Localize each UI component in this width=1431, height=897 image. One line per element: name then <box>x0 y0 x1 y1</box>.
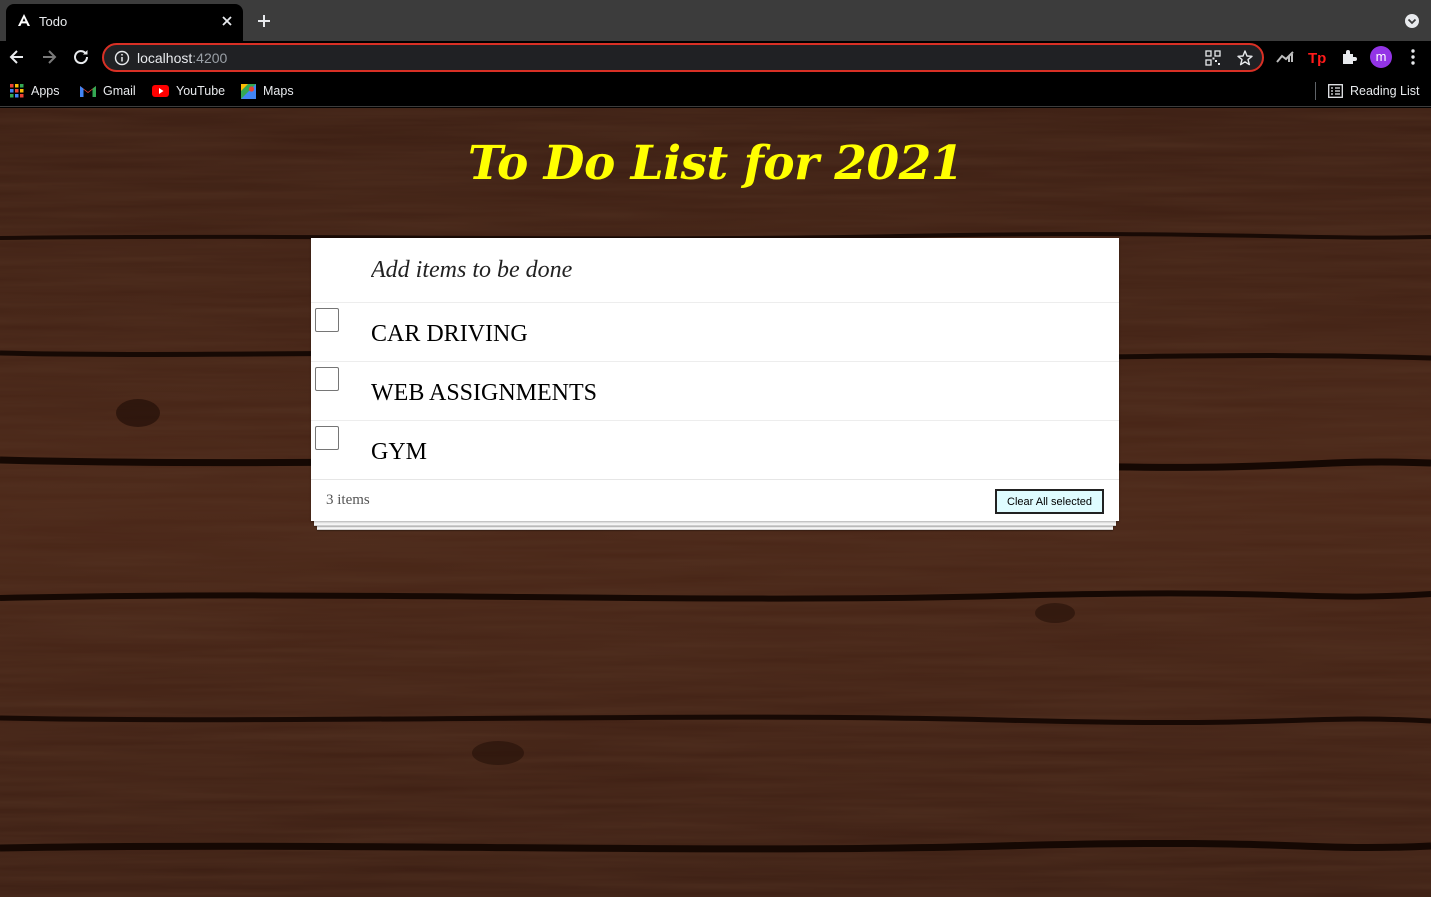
site-info-icon[interactable] <box>114 50 130 66</box>
youtube-icon <box>152 85 169 97</box>
extensions-puzzle-icon[interactable] <box>1339 47 1359 67</box>
bookmark-label: Apps <box>31 84 60 98</box>
todo-checkbox[interactable] <box>315 426 339 450</box>
tab-search-icon[interactable] <box>1403 12 1421 30</box>
bookmark-label: Gmail <box>103 84 136 98</box>
browser-tab[interactable]: Todo <box>6 4 243 41</box>
bookmarks-divider <box>1315 82 1316 100</box>
browser-toolbar: localhost:4200 Tp m <box>0 41 1431 74</box>
todo-card: CAR DRIVING WEB ASSIGNMENTS GYM 3 items … <box>311 238 1119 521</box>
gmail-icon <box>80 86 96 97</box>
tab-title: Todo <box>39 14 68 29</box>
bookmark-label: Maps <box>263 84 294 98</box>
new-tab-icon[interactable] <box>255 12 273 30</box>
svg-text:Tp: Tp <box>1308 50 1326 67</box>
url-text[interactable]: localhost:4200 <box>137 50 227 66</box>
clear-selected-button[interactable]: Clear All selected <box>995 489 1104 514</box>
bookmark-apps[interactable]: Apps <box>10 82 60 100</box>
todo-footer: 3 items Clear All selected <box>311 479 1119 521</box>
reading-list-button[interactable]: Reading List <box>1328 82 1420 100</box>
url-port: :4200 <box>192 50 228 66</box>
todo-item: GYM <box>311 420 1119 479</box>
todo-item: CAR DRIVING <box>311 302 1119 361</box>
angular-favicon-icon <box>18 14 30 26</box>
card-stack-layer <box>314 521 1116 526</box>
page-viewport: To Do List for 2021 CAR DRIVING WEB ASSI… <box>0 108 1431 897</box>
todo-label[interactable]: GYM <box>371 439 427 466</box>
performance-extension-icon[interactable] <box>1275 47 1295 67</box>
reload-icon[interactable] <box>71 47 91 67</box>
bookmark-label: YouTube <box>176 84 226 98</box>
apps-grid-icon <box>10 84 24 98</box>
forward-arrow-icon[interactable] <box>39 47 59 67</box>
bookmark-gmail[interactable]: Gmail <box>80 82 136 100</box>
reading-list-label: Reading List <box>1350 84 1420 98</box>
url-host: localhost <box>137 50 193 66</box>
close-tab-icon[interactable] <box>218 12 236 30</box>
bookmark-youtube[interactable]: YouTube <box>152 82 225 100</box>
bookmark-maps[interactable]: Maps <box>241 82 294 100</box>
todo-checkbox[interactable] <box>315 367 339 391</box>
todo-label[interactable]: WEB ASSIGNMENTS <box>371 380 597 407</box>
bookmarks-bar: Apps Gmail YouTube Maps Reading List <box>0 74 1431 107</box>
new-todo-input[interactable] <box>311 238 1119 302</box>
card-stack-layer <box>317 526 1113 530</box>
profile-avatar[interactable]: m <box>1370 46 1392 68</box>
back-arrow-icon[interactable] <box>7 47 27 67</box>
todo-checkbox[interactable] <box>315 308 339 332</box>
todo-label[interactable]: CAR DRIVING <box>371 321 528 348</box>
maps-icon <box>241 83 256 99</box>
browser-menu-icon[interactable] <box>1404 47 1422 67</box>
tab-strip: Todo <box>0 0 1431 41</box>
reading-list-icon <box>1328 84 1343 98</box>
address-bar[interactable]: localhost:4200 <box>102 43 1264 72</box>
bookmark-star-icon[interactable] <box>1236 49 1254 67</box>
page-title: To Do List for 2021 <box>467 136 964 191</box>
qr-code-icon[interactable] <box>1204 49 1222 67</box>
item-count: 3 items <box>326 492 370 508</box>
todo-item: WEB ASSIGNMENTS <box>311 361 1119 420</box>
tp-extension-icon[interactable]: Tp <box>1307 47 1327 67</box>
